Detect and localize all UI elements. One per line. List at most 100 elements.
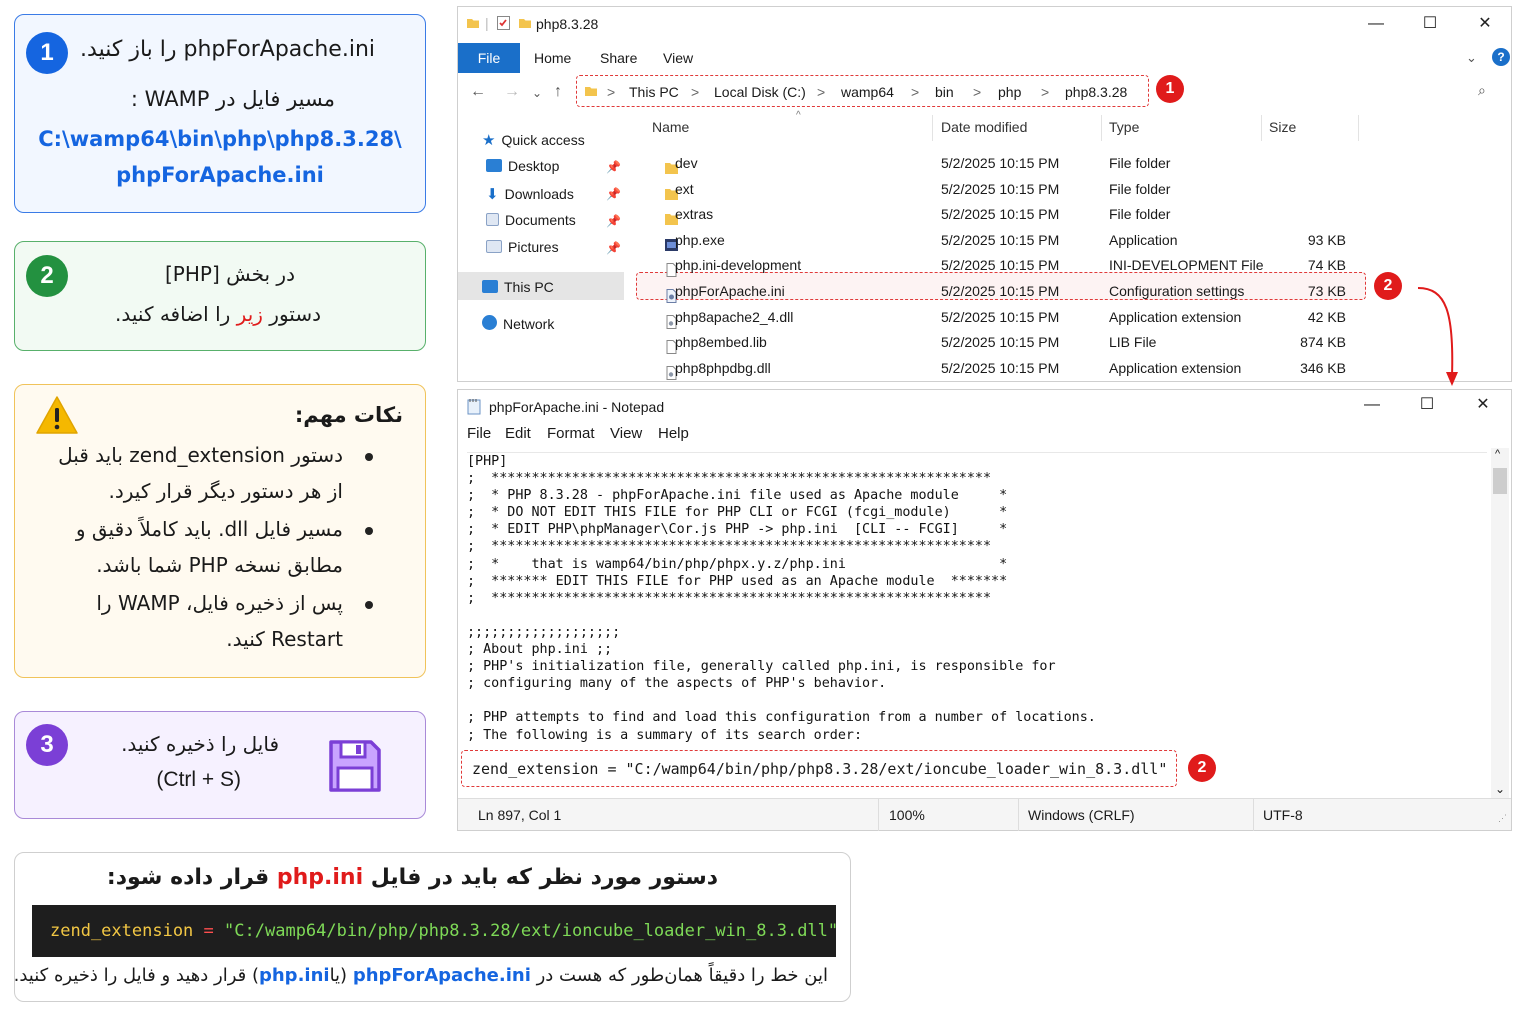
file-type: File folder <box>1109 180 1171 197</box>
command-code-block[interactable]: zend_extension = "C:/wamp64/bin/php/php8… <box>32 905 836 957</box>
menu-help[interactable]: Help <box>658 425 689 442</box>
ribbon-tab-home[interactable]: Home <box>534 50 571 66</box>
ribbon-tab-file[interactable]: File <box>458 43 520 73</box>
help-icon[interactable]: ? <box>1492 48 1510 66</box>
file-row[interactable]: phpForApache.ini 5/2/2025 10:15 PM Configu… <box>638 279 1346 304</box>
foot-text-1: این خط را دقیقاً همان‌طور که هست در <box>536 965 828 986</box>
step-2-text-a: دستور <box>269 302 321 326</box>
file-name: php8embed.lib <box>675 334 767 351</box>
foot-file-1: phpForApache.ini <box>352 965 531 986</box>
ribbon-tab-view[interactable]: View <box>663 50 693 66</box>
column-header-type[interactable]: Type <box>1109 119 1139 135</box>
file-type: File folder <box>1109 155 1171 171</box>
step-1-instruction: phpForApache.ini را باز کنید. <box>80 37 375 62</box>
notepad-text-area[interactable]: [PHP] ; *********************************… <box>467 452 1487 797</box>
back-arrow-icon[interactable]: ← <box>470 83 486 101</box>
minimize-button[interactable]: — <box>1364 13 1388 35</box>
menu-file[interactable]: File <box>467 425 491 442</box>
close-button[interactable]: ✕ <box>1473 13 1497 35</box>
file-row[interactable]: ext 5/2/2025 10:15 PM File folder <box>638 177 1338 202</box>
menu-format[interactable]: Format <box>547 425 595 442</box>
file-row[interactable]: php8phpdbg.dll 5/2/2025 10:15 PM Applicati… <box>638 356 1346 381</box>
column-header-name[interactable]: Name <box>652 119 689 135</box>
expand-ribbon-icon[interactable]: ⌄ <box>1466 50 1477 66</box>
properties-icon[interactable] <box>496 15 511 31</box>
breadcrumb-this-pc[interactable]: This PC <box>629 84 679 100</box>
sidebar-item-documents[interactable]: Documents <box>486 212 576 228</box>
file-row[interactable]: php.ini-development 5/2/2025 10:15 PM INI-… <box>638 253 1346 278</box>
search-icon[interactable]: ⌕ <box>1478 82 1486 99</box>
separator: | <box>485 15 489 31</box>
sidebar-item-this-pc[interactable]: This PC <box>482 279 554 295</box>
breadcrumb-php8-3-28[interactable]: php8.3.28 <box>1065 84 1127 100</box>
status-zoom: 100% <box>889 807 925 823</box>
sort-up-icon: ^ <box>796 110 801 121</box>
step-3-badge: 3 <box>26 724 68 766</box>
up-arrow-icon[interactable]: ↑ <box>554 83 562 101</box>
chevron-right-icon: > <box>911 84 920 100</box>
status-encoding: UTF-8 <box>1263 807 1303 823</box>
menu-edit[interactable]: Edit <box>505 425 531 442</box>
file-date: 5/2/2025 10:15 PM <box>941 283 1060 299</box>
column-separator <box>932 115 933 141</box>
menu-view[interactable]: View <box>610 425 642 442</box>
command-heading-a: دستور مورد نظر که باید در فایل <box>370 865 718 890</box>
sidebar-item-network[interactable]: Network <box>482 315 554 332</box>
text-line: ; **************************************… <box>467 471 992 487</box>
file-name: php.exe <box>675 231 725 248</box>
column-header-date[interactable]: Date modified <box>941 119 1027 135</box>
sidebar-item-pictures[interactable]: Pictures <box>486 239 559 255</box>
maximize-button[interactable]: ☐ <box>1415 394 1439 416</box>
column-header-size[interactable]: Size <box>1269 119 1296 135</box>
breadcrumb-bin[interactable]: bin <box>935 84 954 100</box>
sidebar-label: Documents <box>505 212 576 228</box>
sidebar-item-quick-access[interactable]: ★ Quick access <box>482 131 585 149</box>
text-line: ; PHP's initialization file, generally c… <box>467 659 1056 675</box>
address-bar[interactable]: > This PC > Local Disk (C:) > wamp64 > b… <box>576 75 1149 107</box>
sidebar-item-downloads[interactable]: ⬇ Downloads <box>486 185 574 203</box>
maximize-button[interactable]: ☐ <box>1418 13 1442 35</box>
file-row[interactable]: php8apache2_4.dll 5/2/2025 10:15 PM Applic… <box>638 305 1346 330</box>
sidebar-item-desktop[interactable]: Desktop <box>486 158 559 174</box>
status-cursor-position: Ln 897, Col 1 <box>478 807 562 823</box>
vertical-scrollbar[interactable]: ^ ⌄ <box>1491 448 1509 798</box>
close-button[interactable]: ✕ <box>1471 394 1495 416</box>
text-line: ; About php.ini ;; <box>467 642 613 658</box>
chevron-right-icon: > <box>1041 84 1050 100</box>
file-type: LIB File <box>1109 334 1157 351</box>
step-2-text-b: را اضافه کنید. <box>115 302 231 326</box>
step-1-path-dir: C:\wamp64\bin\php\php8.3.28\ <box>38 127 402 151</box>
file-row[interactable]: php8embed.lib 5/2/2025 10:15 PM LIB File 87… <box>638 330 1346 355</box>
star-icon: ★ <box>482 132 496 149</box>
folder-icon <box>467 19 479 28</box>
forward-arrow-icon[interactable]: → <box>504 83 520 101</box>
warning-icon <box>36 396 78 434</box>
minimize-button[interactable]: — <box>1360 394 1384 416</box>
scrollbar-thumb[interactable] <box>1493 468 1507 494</box>
file-size: 346 KB <box>1300 359 1346 376</box>
pin-icon: 📌 <box>606 241 621 255</box>
resize-grip-icon[interactable]: ⋰ <box>1498 813 1507 824</box>
scroll-up-icon[interactable]: ^ <box>1495 448 1500 460</box>
step-2-section-line: در بخش [PHP] <box>164 262 295 286</box>
network-icon <box>482 315 497 330</box>
step-2-card: 2 در بخش [PHP] دستور زیر را اضافه کنید. <box>14 241 426 351</box>
file-row[interactable]: extras 5/2/2025 10:15 PM File folder <box>638 202 1338 227</box>
recent-locations-icon[interactable]: ⌄ <box>532 86 542 100</box>
chevron-right-icon: > <box>691 84 700 100</box>
file-type: Configuration settings <box>1109 283 1245 299</box>
pin-icon: 📌 <box>606 160 621 174</box>
text-line: ; **************************************… <box>467 590 992 606</box>
file-row[interactable]: dev 5/2/2025 10:15 PM File folder <box>638 151 1338 176</box>
sidebar-label: Pictures <box>508 239 559 255</box>
file-row[interactable]: php.exe 5/2/2025 10:15 PM Application 93 KB <box>638 228 1346 253</box>
ribbon-tab-share[interactable]: Share <box>600 50 637 66</box>
text-line: ; * EDIT PHP\phpManager\Cor.js PHP -> ph… <box>467 522 1008 538</box>
file-icon <box>651 335 677 355</box>
note-3-line-2: Restart کنید. <box>226 627 343 651</box>
breadcrumb-local-disk[interactable]: Local Disk (C:) <box>714 84 806 100</box>
breadcrumb-php[interactable]: php <box>998 84 1021 100</box>
notepad-window: phpForApache.ini - Notepad — ☐ ✕ File Ed… <box>457 389 1512 831</box>
breadcrumb-wamp64[interactable]: wamp64 <box>841 84 894 100</box>
scroll-down-icon[interactable]: ⌄ <box>1495 782 1505 796</box>
